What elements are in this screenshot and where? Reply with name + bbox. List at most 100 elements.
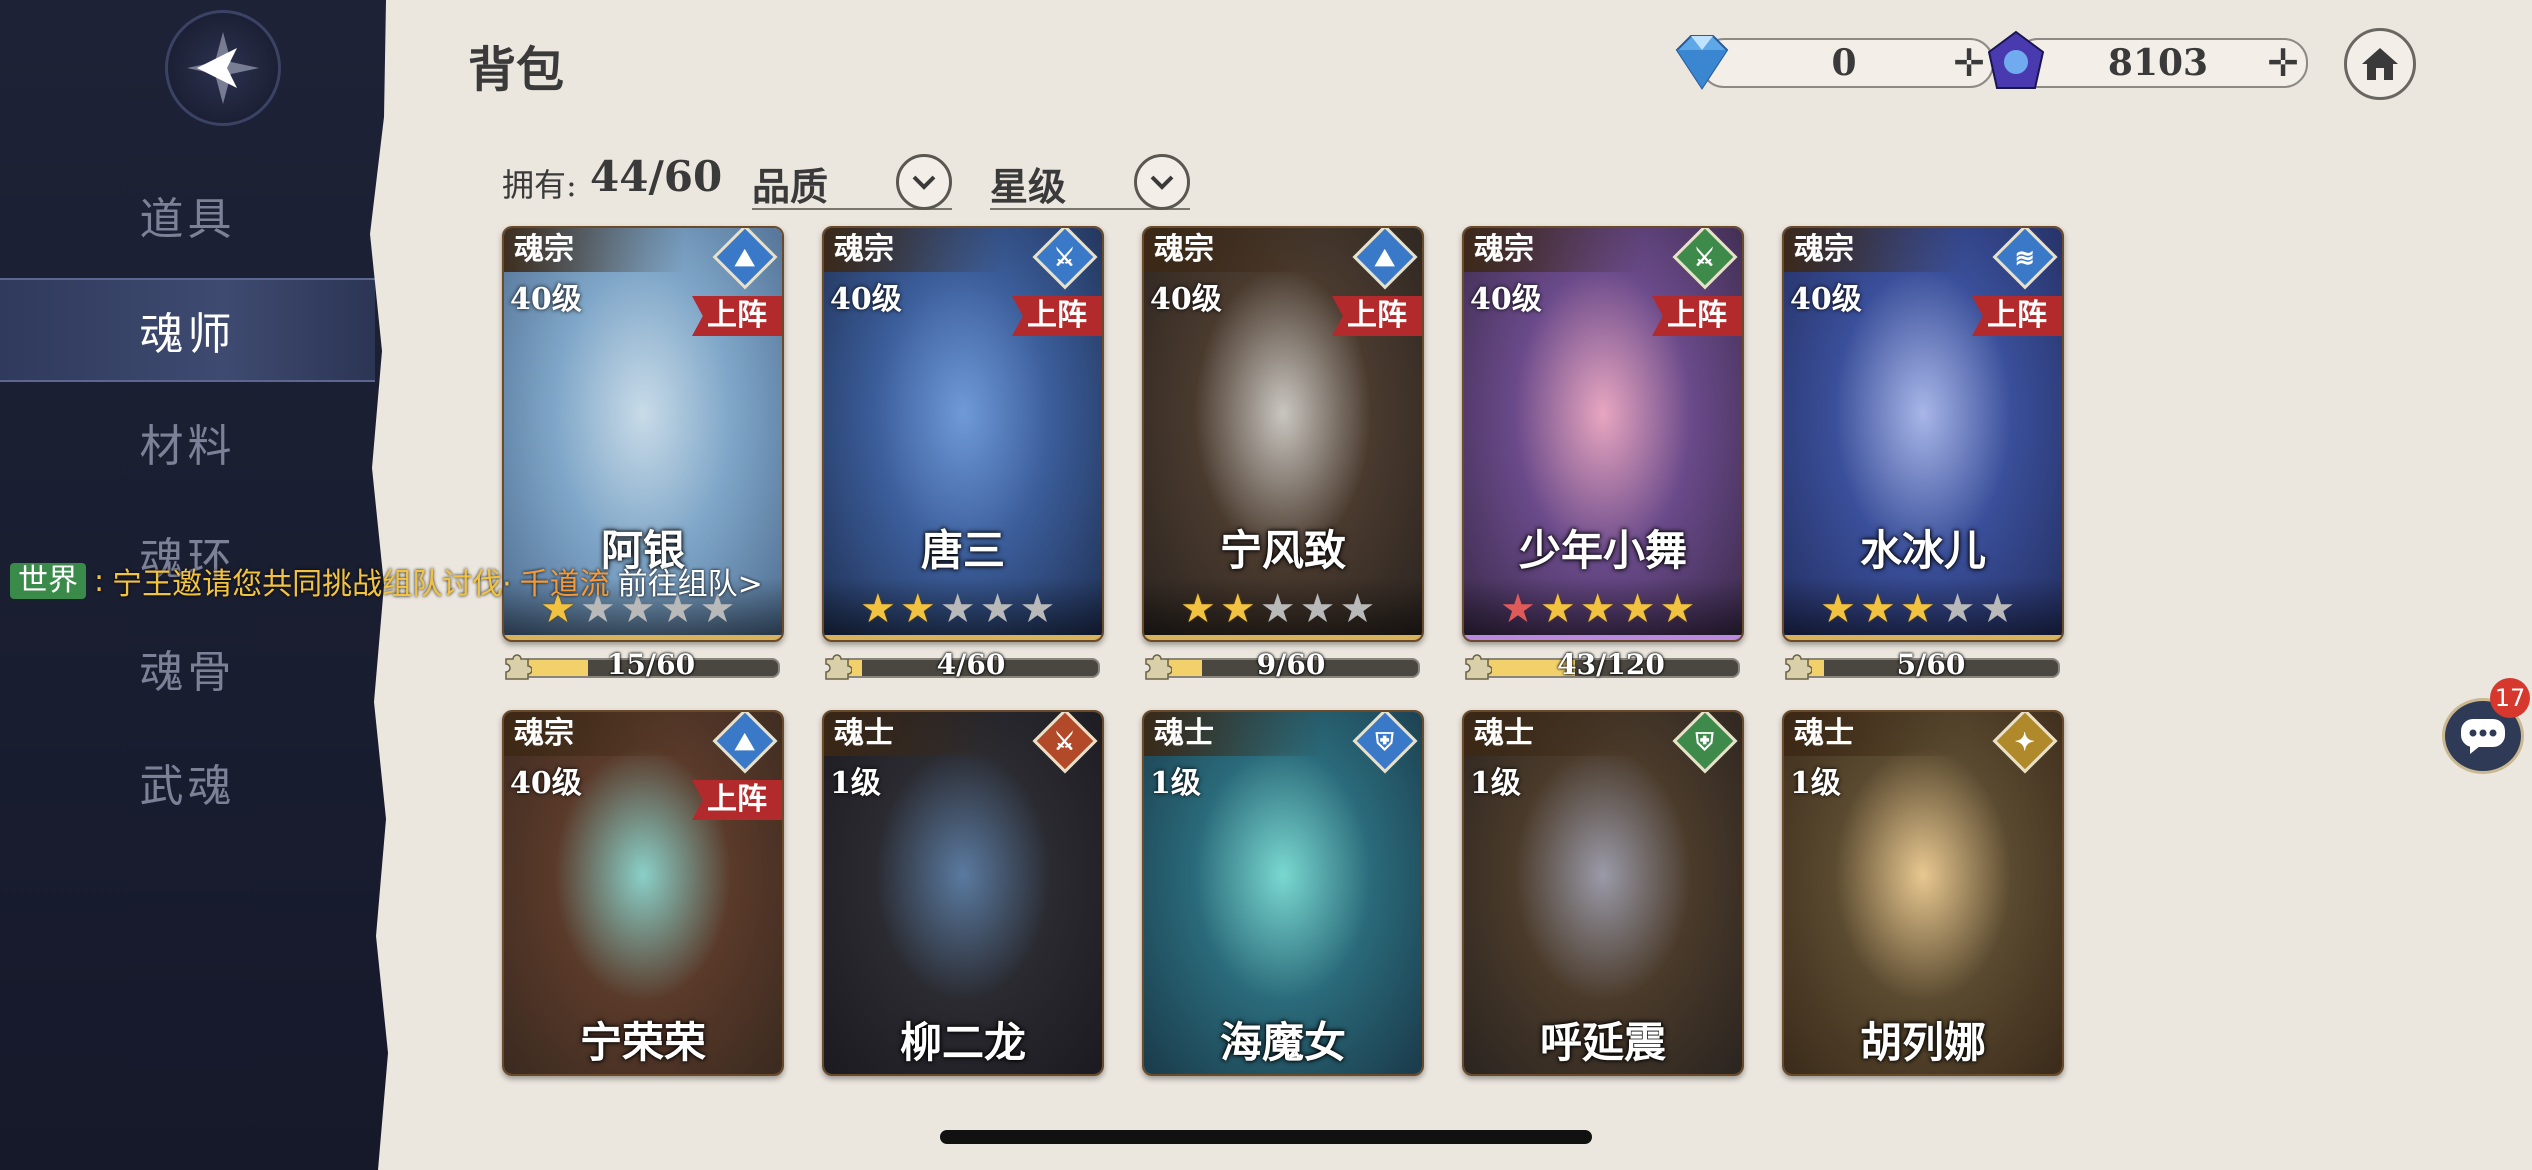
chat-target: 千道流 bbox=[519, 567, 610, 602]
hero-card[interactable]: 魂宗 40级 ⛰ 上阵 宁风致 ★ ★ ★ ★ ★ bbox=[1142, 226, 1424, 642]
hero-rank: 魂宗 bbox=[504, 712, 684, 756]
hero-card[interactable]: 魂宗 40级 ⚔ 上阵 唐三 ★ ★ ★ ★ ★ bbox=[822, 226, 1104, 642]
hero-card[interactable]: 魂宗 40级 ⚔ 上阵 少年小舞 ★ ★ ★ ★ ★ bbox=[1462, 226, 1744, 642]
hero-card[interactable]: 魂士 1级 ✦ 胡列娜 bbox=[1782, 710, 2064, 1076]
star-rating: ★ ★ ★ ★ ★ bbox=[1144, 578, 1422, 640]
star-filled-icon: ★ bbox=[1899, 586, 1936, 632]
hero-rank: 魂宗 bbox=[504, 228, 684, 272]
hero-rank: 魂士 bbox=[1464, 712, 1644, 756]
deployed-tag: 上阵 bbox=[1972, 296, 2062, 336]
nav-label: 武魂 bbox=[139, 761, 236, 812]
blue-diamond-icon bbox=[1675, 35, 1729, 90]
chat-message: 宁王邀请您共同挑战组队讨伐· bbox=[112, 567, 512, 602]
star-filled-icon: ★ bbox=[1500, 586, 1536, 632]
hero-level: 40级 bbox=[510, 282, 582, 317]
purple-crystal-icon bbox=[1987, 30, 2045, 89]
chat-icon bbox=[2461, 719, 2505, 754]
fragment-count: 43/120 bbox=[1557, 648, 1665, 681]
deployed-tag: 上阵 bbox=[1012, 296, 1102, 336]
fragment-count: 5/60 bbox=[1896, 648, 1966, 681]
deployed-tag: 上阵 bbox=[692, 296, 782, 336]
nav-label: 道具 bbox=[139, 194, 236, 245]
fragment-progress: 5/60 bbox=[1782, 648, 2060, 681]
hero-rank: 魂士 bbox=[1784, 712, 1964, 756]
nav-item-martial-souls[interactable]: 武魂 bbox=[0, 732, 375, 832]
hero-level: 40级 bbox=[1470, 282, 1542, 317]
hero-level: 40级 bbox=[1790, 282, 1862, 317]
card-bottom-trim bbox=[1784, 635, 2062, 640]
star-filled-icon: ★ bbox=[860, 586, 896, 632]
card-bottom-trim bbox=[504, 635, 782, 640]
element-glyph: ⚔ bbox=[1694, 242, 1716, 272]
element-glyph: ⛰ bbox=[734, 726, 756, 756]
hero-name: 宁荣荣 bbox=[579, 1018, 706, 1067]
diamond-value: 0 bbox=[1831, 42, 1857, 84]
chat-separator: : bbox=[94, 563, 105, 599]
element-glyph: ✦ bbox=[2014, 726, 2036, 756]
hero-rank: 魂士 bbox=[1144, 712, 1324, 756]
star-empty-icon: ★ bbox=[939, 586, 976, 632]
nav-item-soul-masters[interactable]: 魂师 bbox=[0, 278, 375, 382]
element-glyph: ⛨ bbox=[1376, 726, 1394, 756]
join-team-link[interactable]: 前往组队> bbox=[618, 559, 763, 603]
hero-card[interactable]: 魂士 1级 ⛨ 呼延震 bbox=[1462, 710, 1744, 1076]
star-empty-icon: ★ bbox=[1259, 586, 1296, 632]
hero-name: 宁风致 bbox=[1219, 526, 1346, 575]
hero-card[interactable]: 魂宗 40级 ≋ 上阵 水冰儿 ★ ★ ★ ★ ★ bbox=[1782, 226, 2064, 642]
page-title: 背包 bbox=[468, 42, 565, 98]
nav-item-materials[interactable]: 材料 bbox=[0, 392, 375, 492]
card-bottom-trim bbox=[1464, 635, 1742, 640]
crystal-value: 8103 bbox=[2107, 42, 2209, 84]
nav-item-items[interactable]: 道具 bbox=[0, 165, 375, 265]
star-filled-icon: ★ bbox=[1579, 586, 1616, 632]
star-dropdown[interactable]: 星级 bbox=[990, 150, 1190, 210]
compass-logo[interactable] bbox=[165, 10, 281, 126]
star-rating: ★ ★ ★ ★ ★ bbox=[1784, 578, 2062, 640]
fragment-progress: 43/120 bbox=[1462, 648, 1740, 681]
star-empty-icon: ★ bbox=[1019, 586, 1056, 632]
hero-rank: 魂士 bbox=[824, 712, 1004, 756]
star-filled-icon: ★ bbox=[1659, 586, 1696, 632]
world-chat-ticker[interactable]: 世界 : 宁王邀请您共同挑战组队讨伐· 千道流 前往组队> bbox=[10, 560, 763, 602]
owned-label: 拥有: bbox=[502, 166, 577, 204]
card-bottom-trim bbox=[824, 635, 1102, 640]
home-button[interactable] bbox=[2344, 28, 2416, 100]
star-filled-icon: ★ bbox=[1619, 586, 1656, 632]
star-filled-icon: ★ bbox=[1859, 586, 1896, 632]
add-crystal-button[interactable]: ✛ bbox=[2260, 40, 2306, 86]
owned-count: 44/60 bbox=[590, 152, 723, 201]
nav-item-soul-bones[interactable]: 魂骨 bbox=[0, 618, 375, 718]
home-icon bbox=[2362, 48, 2398, 80]
crystal-currency: 8103 ✛ bbox=[1987, 30, 2308, 89]
star-empty-icon: ★ bbox=[979, 586, 1016, 632]
hero-level: 40级 bbox=[830, 282, 902, 317]
star-filled-icon: ★ bbox=[1539, 586, 1576, 632]
nav-label: 魂师 bbox=[139, 309, 236, 360]
hero-name: 水冰儿 bbox=[1859, 526, 1986, 575]
hero-card[interactable]: 魂士 1级 ⛨ 海魔女 bbox=[1142, 710, 1424, 1076]
hero-level: 1级 bbox=[1150, 766, 1201, 801]
chevron-down-icon bbox=[896, 154, 952, 210]
hero-rank: 魂宗 bbox=[824, 228, 1004, 272]
hero-name: 少年小舞 bbox=[1518, 526, 1687, 575]
hero-card[interactable]: 魂宗 40级 ⛰ 上阵 宁荣荣 bbox=[502, 710, 784, 1076]
hero-card[interactable]: 魂士 1级 ⚔ 柳二龙 bbox=[822, 710, 1104, 1076]
star-empty-icon: ★ bbox=[1939, 586, 1976, 632]
hero-level: 1级 bbox=[830, 766, 881, 801]
card-bottom-trim bbox=[1144, 635, 1422, 640]
hero-rank: 魂宗 bbox=[1464, 228, 1644, 272]
hero-name: 唐三 bbox=[920, 526, 1005, 575]
home-indicator-bar[interactable] bbox=[940, 1130, 1592, 1144]
hero-name: 柳二龙 bbox=[899, 1018, 1026, 1067]
element-glyph: ⛰ bbox=[1374, 242, 1396, 272]
star-rating: ★ ★ ★ ★ ★ bbox=[1464, 578, 1742, 640]
hero-name: 呼延震 bbox=[1539, 1018, 1666, 1067]
fragment-progress: 9/60 bbox=[1142, 648, 1420, 681]
star-empty-icon: ★ bbox=[1299, 586, 1336, 632]
star-rating: ★ ★ ★ ★ ★ bbox=[824, 578, 1102, 640]
quality-dropdown[interactable]: 品质 bbox=[752, 150, 952, 210]
fragment-count: 15/60 bbox=[606, 648, 696, 681]
star-empty-icon: ★ bbox=[1979, 586, 2016, 632]
chat-unread-badge: 17 bbox=[2490, 678, 2530, 718]
hero-name: 海魔女 bbox=[1219, 1018, 1346, 1067]
